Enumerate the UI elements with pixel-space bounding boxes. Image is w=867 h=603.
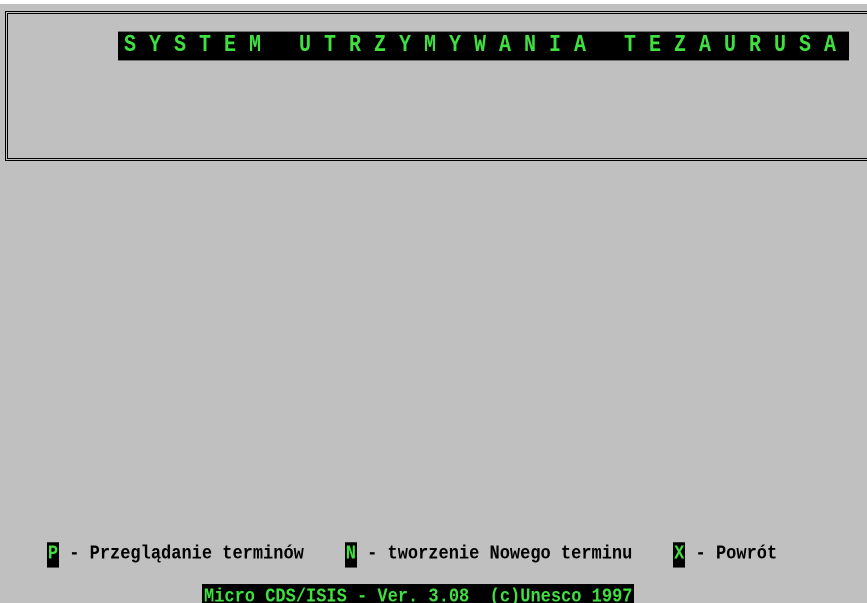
menu-separator: - [356, 543, 388, 566]
menu-key-new-term[interactable]: N [344, 542, 357, 568]
menu-separator: - [59, 543, 90, 566]
version-status-bar: Micro CDS/ISIS - Ver. 3.08 (c)Unesco 199… [202, 584, 635, 603]
menu-label-return: Powrót [715, 543, 778, 566]
menu-label-browse: Przeglądanie terminów [89, 543, 304, 566]
menu-item-new-term[interactable]: N - tworzenie Nowego terminu [344, 540, 633, 570]
menu-key-return[interactable]: X [673, 542, 686, 568]
menu-label-new-term: tworzenie Nowego terminu [387, 543, 633, 566]
dos-screen: SYSTEM UTRZYMYWANIA TEZAURUSA P - Przegl… [0, 4, 867, 603]
menu-separator: - [685, 543, 716, 566]
screen-title: SYSTEM UTRZYMYWANIA TEZAURUSA [118, 31, 850, 61]
command-menu: P - Przeglądanie terminów N - tworzenie … [6, 510, 777, 568]
menu-item-browse[interactable]: P - Przeglądanie terminów [46, 540, 304, 570]
menu-key-browse[interactable]: P [46, 542, 60, 568]
menu-item-return[interactable]: X - Powrót [673, 540, 777, 570]
